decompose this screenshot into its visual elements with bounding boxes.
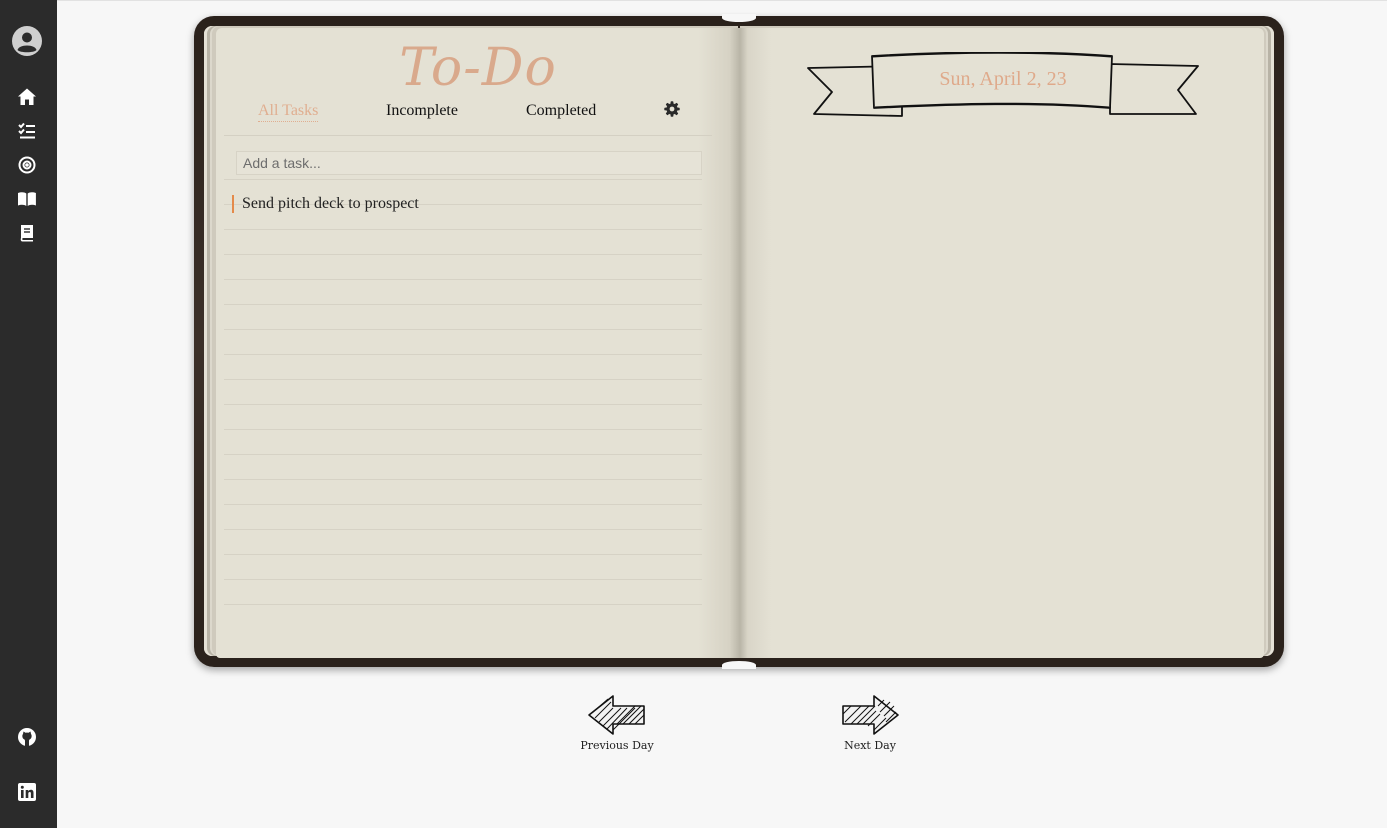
user-icon[interactable] xyxy=(11,25,43,57)
open-book-icon[interactable] xyxy=(17,189,37,209)
spine-notch xyxy=(722,661,756,669)
ruled-line xyxy=(224,429,702,430)
next-day-label: Next Day xyxy=(844,739,896,752)
ruled-line xyxy=(224,604,702,605)
task-item[interactable]: Send pitch deck to prospect xyxy=(232,195,419,213)
ruled-line xyxy=(224,329,702,330)
ruled-line xyxy=(224,554,702,555)
todo-page: To-Do All Tasks Incomplete Completed Add… xyxy=(216,28,740,658)
divider xyxy=(224,135,712,136)
book-icon[interactable] xyxy=(17,223,37,243)
linkedin-icon[interactable] xyxy=(17,782,37,802)
target-icon[interactable] xyxy=(17,155,37,175)
previous-day-label: Previous Day xyxy=(580,739,654,752)
ruled-line xyxy=(224,454,702,455)
add-task-input[interactable] xyxy=(236,151,702,175)
previous-day-button[interactable]: Previous Day xyxy=(572,694,662,752)
date-page: Sun, April 2, 23 xyxy=(740,28,1264,658)
gear-icon[interactable] xyxy=(664,101,680,117)
right-arrow-icon xyxy=(842,695,899,735)
home-icon[interactable] xyxy=(17,87,37,107)
ruled-line xyxy=(224,479,702,480)
ruled-line xyxy=(224,579,702,580)
checklist-icon[interactable] xyxy=(17,121,37,141)
spine-notch xyxy=(722,14,756,22)
tab-completed[interactable]: Completed xyxy=(526,102,596,120)
ruled-line xyxy=(224,404,702,405)
left-arrow-icon xyxy=(588,695,645,735)
planner-book: To-Do All Tasks Incomplete Completed Add… xyxy=(194,14,1284,669)
next-day-button[interactable]: Next Day xyxy=(825,694,915,752)
ruled-line xyxy=(224,279,702,280)
ruled-line xyxy=(224,229,702,230)
ruled-line xyxy=(224,504,702,505)
tab-all-tasks[interactable]: All Tasks xyxy=(258,102,319,122)
ruled-line xyxy=(224,304,702,305)
ruled-line xyxy=(224,179,702,180)
top-border xyxy=(57,0,1387,1)
tab-incomplete[interactable]: Incomplete xyxy=(386,102,458,120)
ruled-line xyxy=(224,529,702,530)
ruled-line xyxy=(224,354,702,355)
current-date: Sun, April 2, 23 xyxy=(939,68,1067,90)
ruled-line xyxy=(224,254,702,255)
filter-tabs: All Tasks Incomplete Completed xyxy=(216,101,740,132)
page-title: To-Do xyxy=(399,38,557,98)
github-icon[interactable] xyxy=(17,727,37,747)
ruled-line xyxy=(224,379,702,380)
sidebar xyxy=(0,0,57,828)
